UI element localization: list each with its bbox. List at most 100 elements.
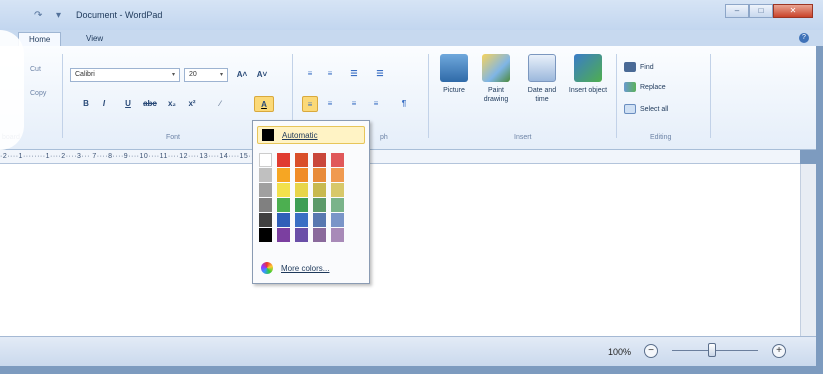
automatic-color-option[interactable]: Automatic xyxy=(257,126,365,144)
find-button[interactable]: Find xyxy=(624,62,654,72)
paragraph-group-label: ph xyxy=(380,134,388,141)
tab-view[interactable]: View xyxy=(76,32,113,46)
document-canvas[interactable] xyxy=(0,164,800,336)
paint-label: Paint drawing xyxy=(483,87,509,103)
color-swatch[interactable] xyxy=(259,168,272,182)
paint-icon xyxy=(482,54,510,82)
select-all-button[interactable]: Select all xyxy=(624,104,668,114)
font-color-dropdown: Automatic More colors... xyxy=(252,120,370,284)
grow-font-button[interactable]: A˄ xyxy=(234,67,250,83)
copy-button[interactable]: Copy xyxy=(30,90,46,97)
zoom-level: 100% xyxy=(608,347,632,357)
color-swatch[interactable] xyxy=(259,183,272,197)
italic-button[interactable]: I xyxy=(96,96,112,112)
status-bar: 100% − + xyxy=(0,336,816,366)
maximize-button[interactable]: □ xyxy=(749,4,773,18)
subscript-button[interactable]: x₂ xyxy=(164,96,180,112)
picture-label: Picture xyxy=(443,87,465,94)
color-swatch[interactable] xyxy=(259,213,272,227)
color-swatch[interactable] xyxy=(295,153,308,167)
color-swatch[interactable] xyxy=(277,168,290,182)
color-swatch[interactable] xyxy=(277,183,290,197)
color-swatch[interactable] xyxy=(331,168,344,182)
more-colors-option[interactable]: More colors... xyxy=(257,259,365,277)
redo-icon[interactable]: ↷ xyxy=(34,10,42,21)
strikethrough-button[interactable]: abc xyxy=(140,96,160,112)
cut-button[interactable]: Cut xyxy=(30,66,41,73)
zoom-slider-thumb[interactable] xyxy=(708,343,716,357)
font-size-select[interactable]: 20 ▾ xyxy=(184,68,228,82)
palette-icon xyxy=(261,262,273,274)
replace-button[interactable]: Replace xyxy=(624,82,666,92)
zoom-out-button[interactable]: − xyxy=(644,344,658,358)
group-separator xyxy=(428,54,429,138)
superscript-button[interactable]: x² xyxy=(184,96,200,112)
title-bar: ↷ ▾ Document - WordPad – □ ✕ xyxy=(0,0,823,30)
picture-button[interactable]: Picture xyxy=(434,54,474,95)
color-swatch[interactable] xyxy=(331,213,344,227)
underline-button[interactable]: U xyxy=(120,96,136,112)
editing-group-label: Editing xyxy=(650,134,672,141)
color-swatch[interactable] xyxy=(331,183,344,197)
color-swatch[interactable] xyxy=(331,198,344,212)
more-colors-label: More colors... xyxy=(281,263,330,273)
color-swatch[interactable] xyxy=(313,168,326,182)
color-swatch[interactable] xyxy=(313,153,326,167)
color-swatch[interactable] xyxy=(331,228,344,242)
align-right-icon[interactable]: ≡ xyxy=(346,96,362,112)
font-family-select[interactable]: Calibri ▾ xyxy=(70,68,180,82)
date-time-button[interactable]: Date and time xyxy=(522,54,562,104)
object-label: Insert object xyxy=(568,87,608,94)
ruler[interactable]: ·2····1········1····2····3··· 7····8····… xyxy=(0,150,800,164)
ribbon: Cut Copy board Calibri ▾ 20 ▾ A˄ A˅ B I … xyxy=(0,46,816,150)
minimize-button[interactable]: – xyxy=(725,4,749,18)
color-swatch[interactable] xyxy=(295,228,308,242)
color-swatch[interactable] xyxy=(313,228,326,242)
replace-label: Replace xyxy=(640,83,666,91)
tab-home[interactable]: Home xyxy=(18,32,62,46)
highlight-color-button[interactable]: ∕ xyxy=(212,96,228,112)
color-swatch[interactable] xyxy=(313,198,326,212)
close-button[interactable]: ✕ xyxy=(773,4,813,18)
bold-button[interactable]: B xyxy=(78,96,94,112)
color-swatch[interactable] xyxy=(259,153,272,167)
help-icon[interactable]: ? xyxy=(799,33,809,43)
color-swatch[interactable] xyxy=(277,213,290,227)
align-left-icon[interactable]: ≡ xyxy=(302,96,318,112)
bullets-icon[interactable]: ☰ xyxy=(346,66,362,82)
window-title: Document - WordPad xyxy=(76,10,163,20)
color-swatch[interactable] xyxy=(313,183,326,197)
color-swatch[interactable] xyxy=(295,213,308,227)
color-swatch[interactable] xyxy=(259,198,272,212)
decrease-indent-icon[interactable]: ≡ xyxy=(302,66,318,82)
color-swatch[interactable] xyxy=(313,213,326,227)
swatch-column xyxy=(331,153,344,242)
color-swatch[interactable] xyxy=(277,198,290,212)
color-swatch[interactable] xyxy=(331,153,344,167)
justify-icon[interactable]: ≡ xyxy=(368,96,384,112)
selectall-label: Select all xyxy=(640,105,669,113)
group-separator xyxy=(710,54,711,138)
group-separator xyxy=(62,54,63,138)
color-swatch[interactable] xyxy=(295,168,308,182)
swatch-column xyxy=(259,153,272,242)
chevron-down-icon: ▾ xyxy=(171,72,175,78)
color-swatch[interactable] xyxy=(295,183,308,197)
font-color-button[interactable]: A xyxy=(254,96,274,112)
color-swatch[interactable] xyxy=(259,228,272,242)
increase-indent-icon[interactable]: ≡ xyxy=(322,66,338,82)
paint-drawing-button[interactable]: Paint drawing xyxy=(476,54,516,104)
insert-object-button[interactable]: Insert object xyxy=(568,54,608,95)
vertical-scrollbar[interactable] xyxy=(800,164,816,336)
color-swatch[interactable] xyxy=(277,153,290,167)
color-swatch[interactable] xyxy=(277,228,290,242)
group-separator xyxy=(616,54,617,138)
shrink-font-button[interactable]: A˅ xyxy=(254,67,270,83)
color-swatch[interactable] xyxy=(295,198,308,212)
paragraph-icon[interactable]: ¶ xyxy=(396,96,412,112)
align-center-icon[interactable]: ≡ xyxy=(322,96,338,112)
line-spacing-icon[interactable]: ☰ xyxy=(372,66,388,82)
chevron-down-icon: ▾ xyxy=(219,72,223,78)
quick-access-dropdown-icon[interactable]: ▾ xyxy=(56,10,61,21)
zoom-in-button[interactable]: + xyxy=(772,344,786,358)
